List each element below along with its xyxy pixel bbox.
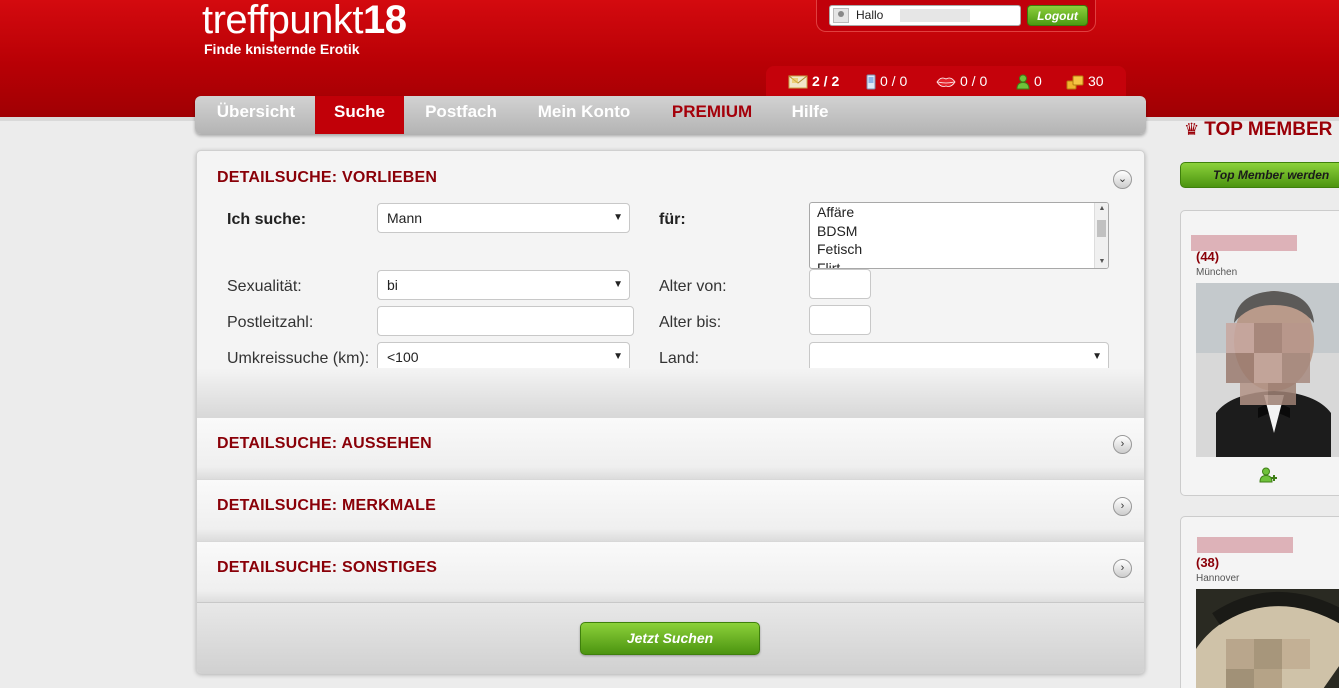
fuer-option[interactable]: BDSM [810, 222, 1108, 241]
search-panel: DETAILSUCHE: VORLIEBEN ⌄ Ich suche: Mann… [196, 150, 1145, 674]
umkreis-label: Umkreissuche (km): [227, 350, 370, 367]
fuer-listbox[interactable]: Affäre BDSM Fetisch Flirt ▲ ▼ [809, 202, 1109, 269]
section-aussehen-title: DETAILSUCHE: AUSSEHEN [217, 435, 432, 452]
expand-merkmale-button[interactable]: › [1113, 497, 1132, 516]
land-label: Land: [659, 350, 700, 367]
stat-calls-value: 0 / 0 [880, 73, 908, 89]
site-logo[interactable]: treffpunkt18 [202, 0, 407, 43]
user-icon [1016, 74, 1030, 90]
logout-button[interactable]: Logout [1027, 5, 1088, 26]
become-top-member-button[interactable]: Top Member werden [1180, 162, 1339, 188]
stat-coins-value: 30 [1088, 73, 1104, 89]
section-divider [197, 368, 1144, 417]
listbox-scrollbar[interactable]: ▲ ▼ [1094, 203, 1108, 268]
stat-kisses[interactable]: 0 / 0 [936, 73, 987, 89]
hello-label: Hallo [856, 8, 884, 22]
nav-hilfe[interactable]: Hilfe [775, 96, 845, 134]
stat-friends-value: 0 [1034, 73, 1042, 89]
user-box: Hallo Logout [816, 0, 1096, 32]
search-footer: Jetzt Suchen [197, 602, 1144, 673]
ich-suche-value: Mann [387, 210, 423, 226]
member-age: (44) [1196, 249, 1220, 264]
chevron-right-icon: › [1120, 562, 1125, 574]
section-sonstiges[interactable]: DETAILSUCHE: SONSTIGES › [197, 541, 1144, 603]
phone-icon [866, 74, 876, 90]
member-name-redacted [1197, 537, 1293, 553]
collapse-vorlieben-button[interactable]: ⌄ [1113, 170, 1132, 189]
fuer-option[interactable]: Affäre [810, 203, 1108, 222]
scroll-thumb[interactable] [1097, 220, 1106, 237]
section-merkmale[interactable]: DETAILSUCHE: MERKMALE › [197, 479, 1144, 541]
stat-friends[interactable]: 0 [1016, 73, 1042, 90]
postleitzahl-label: Postleitzahl: [227, 314, 314, 331]
dropdown-arrow-icon: ▼ [613, 279, 623, 290]
mail-icon [788, 75, 808, 89]
user-avatar-icon [833, 8, 849, 23]
expand-aussehen-button[interactable]: › [1113, 435, 1132, 454]
member-photo-image [1196, 589, 1339, 688]
member-card[interactable]: (44) München [1180, 210, 1339, 496]
alter-von-input[interactable] [809, 269, 871, 299]
nav-mein-konto[interactable]: Mein Konto [521, 96, 647, 134]
stat-messages-value: 2 / 2 [812, 73, 840, 89]
chevron-right-icon: › [1120, 438, 1125, 450]
site-slogan: Finde knisternde Erotik [204, 41, 360, 57]
nav-postfach[interactable]: Postfach [411, 96, 511, 134]
chevron-right-icon: › [1120, 500, 1125, 512]
member-photo[interactable] [1196, 589, 1339, 688]
postleitzahl-input[interactable] [377, 306, 634, 336]
sexualitaet-label: Sexualität: [227, 278, 302, 295]
main-nav: Übersicht Suche Postfach Mein Konto PREM… [195, 96, 1146, 134]
kiss-icon [936, 77, 956, 88]
dropdown-arrow-icon: ▼ [1092, 351, 1102, 362]
member-age: (38) [1196, 555, 1220, 570]
chevron-down-icon: ⌄ [1117, 173, 1128, 185]
section-vorlieben-title[interactable]: DETAILSUCHE: VORLIEBEN [217, 169, 437, 187]
ich-suche-label: Ich suche: [227, 211, 307, 228]
ich-suche-select[interactable]: Mann ▼ [377, 203, 630, 233]
stats-bar: 2 / 2 0 / 0 0 / 0 0 30 [766, 66, 1126, 97]
alter-bis-label: Alter bis: [659, 314, 722, 331]
top-member-title: TOP MEMBER [1204, 119, 1333, 140]
alter-bis-input[interactable] [809, 305, 871, 335]
expand-sonstiges-button[interactable]: › [1113, 559, 1132, 578]
dropdown-arrow-icon: ▼ [613, 351, 623, 362]
section-sonstiges-title: DETAILSUCHE: SONSTIGES [217, 559, 438, 576]
logo-number: 18 [363, 0, 407, 42]
stat-calls[interactable]: 0 / 0 [866, 73, 908, 90]
nav-uebersicht[interactable]: Übersicht [203, 96, 309, 134]
stat-coins[interactable]: 30 [1066, 73, 1104, 90]
scroll-down-icon[interactable]: ▼ [1095, 256, 1108, 268]
section-merkmale-title: DETAILSUCHE: MERKMALE [217, 497, 437, 514]
fuer-label: für: [659, 211, 686, 228]
dropdown-arrow-icon: ▼ [613, 212, 623, 223]
member-photo[interactable] [1196, 283, 1339, 457]
crown-icon: ♛ [1184, 120, 1200, 139]
submit-search-button[interactable]: Jetzt Suchen [580, 622, 760, 655]
top-member-heading: ♛ TOP MEMBER [1184, 119, 1332, 141]
section-aussehen[interactable]: DETAILSUCHE: AUSSEHEN › [197, 417, 1144, 479]
stat-messages[interactable]: 2 / 2 [788, 73, 839, 89]
fuer-option[interactable]: Flirt [810, 259, 1108, 269]
member-photo-image [1196, 283, 1339, 457]
nav-premium[interactable]: PREMIUM [657, 96, 767, 134]
member-card[interactable]: (38) Hannover [1180, 516, 1339, 688]
stat-kisses-value: 0 / 0 [960, 73, 988, 89]
username-redacted [900, 9, 970, 22]
sexualitaet-value: bi [387, 277, 398, 293]
nav-suche[interactable]: Suche [315, 96, 404, 134]
sexualitaet-select[interactable]: bi ▼ [377, 270, 630, 300]
umkreis-value: <100 [387, 349, 419, 365]
hello-field[interactable]: Hallo [829, 5, 1021, 26]
add-friend-icon[interactable] [1259, 467, 1279, 486]
member-city: München [1196, 267, 1238, 278]
logo-text: treffpunkt [202, 0, 364, 42]
alter-von-label: Alter von: [659, 278, 727, 295]
fuer-option[interactable]: Fetisch [810, 240, 1108, 259]
scroll-up-icon[interactable]: ▲ [1095, 203, 1108, 215]
coins-icon [1066, 75, 1084, 90]
member-city: Hannover [1196, 573, 1240, 584]
